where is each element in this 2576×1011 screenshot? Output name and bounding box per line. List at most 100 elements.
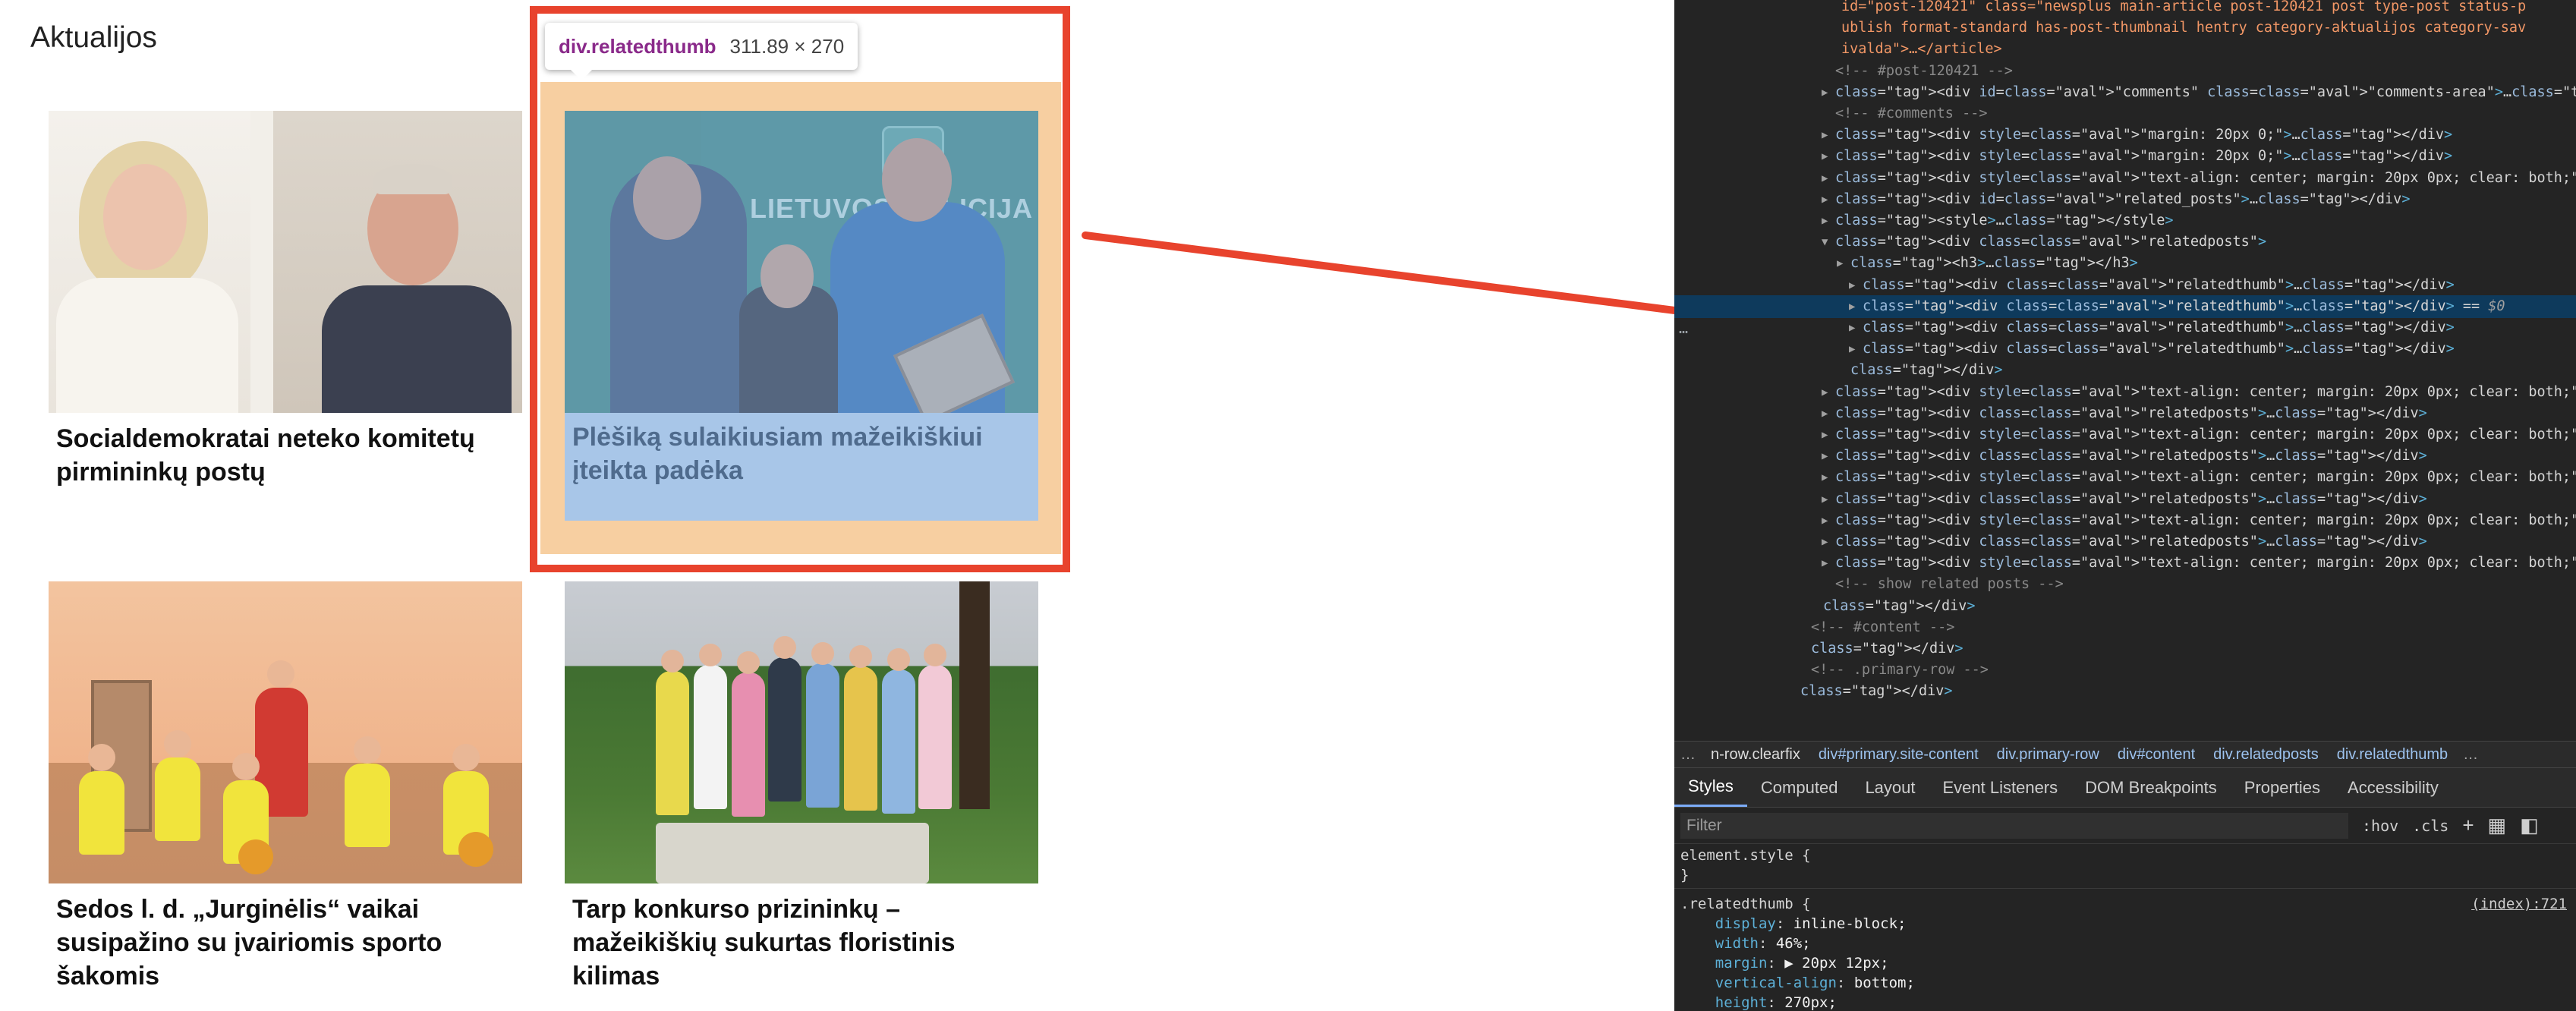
dom-node-line[interactable]: class="tag"></div>	[1674, 359, 2576, 382]
style-property[interactable]: vertical-align: bottom;	[1680, 973, 1915, 993]
dom-node-line[interactable]: ivalda">…</article>	[1674, 38, 2576, 61]
dom-node-line[interactable]: ▶ class="tag"><div class=class="aval">"re…	[1674, 531, 2576, 553]
expand-toggle-icon[interactable]: ▶	[1849, 317, 1855, 339]
expand-toggle-icon[interactable]: ▶	[1822, 381, 1828, 404]
dom-node-line[interactable]: ▶ class="tag"><div id=class="aval">"relat…	[1674, 188, 2576, 211]
dom-node-line[interactable]: ▶ class="tag"><div class=class="aval">"re…	[1674, 338, 2576, 361]
dom-node-line[interactable]: ▶ class="tag"><div class=class="aval">"re…	[1674, 317, 2576, 339]
dom-node-line[interactable]: class="tag"></div>	[1674, 595, 2576, 618]
dom-node-line[interactable]: ▶ class="tag"><div style=class="aval">"te…	[1674, 509, 2576, 532]
styles-filter-input[interactable]	[1680, 812, 2348, 839]
dom-node-line[interactable]: <!-- .primary-row -->	[1674, 659, 2576, 682]
dom-node-text: class="tag"></div>	[1823, 597, 1976, 614]
dom-node-line[interactable]: ▶ class="tag"><div class=class="aval">"re…	[1674, 488, 2576, 511]
hov-toggle[interactable]: :hov	[2362, 817, 2398, 835]
expand-toggle-icon[interactable]: ▶	[1822, 402, 1828, 425]
dom-node-line[interactable]: id="post-120421" class="newsplus main-ar…	[1674, 0, 2576, 18]
expand-toggle-icon[interactable]: ▶	[1822, 81, 1828, 104]
dom-node-text: class="tag"><div class=class="aval">"rel…	[1835, 534, 2427, 550]
post-2-title[interactable]: Plėšiką sulaikiusiam mažeikiškiui įteikt…	[572, 420, 1028, 487]
dom-node-line[interactable]: ▶ class="tag"><div class=class="aval">"re…	[1674, 445, 2576, 468]
dom-node-text: class="tag"><div class=class="aval">"rel…	[1863, 298, 2505, 314]
dom-node-text: class="tag"><div style=class="aval">"mar…	[1835, 148, 2453, 165]
breadcrumb-item[interactable]: div#primary.site-content	[1809, 746, 1988, 764]
post-4-image[interactable]	[565, 581, 1038, 883]
tab-computed[interactable]: Computed	[1747, 768, 1852, 807]
expand-toggle-icon[interactable]: ▶	[1822, 209, 1828, 232]
add-rule-icon[interactable]: +	[2462, 814, 2474, 837]
expand-toggle-icon[interactable]: ▶	[1849, 295, 1855, 318]
breadcrumb-item[interactable]: div#content	[2108, 746, 2204, 764]
post-3-title[interactable]: Sedos l. d. „Jurginėlis“ vaikai susipaži…	[56, 893, 527, 993]
dom-node-line[interactable]: ▼ class="tag"><div class=class="aval">"re…	[1674, 231, 2576, 254]
dom-node-line[interactable]: ▶ class="tag"><style>…class="tag"></style…	[1674, 209, 2576, 232]
tab-event-listeners[interactable]: Event Listeners	[1929, 768, 2072, 807]
dom-node-line[interactable]: <!-- #content -->	[1674, 616, 2576, 639]
expand-toggle-icon[interactable]: ▶	[1837, 252, 1843, 275]
tooltip-dimensions: 311.89 × 270	[729, 34, 845, 58]
expand-toggle-icon[interactable]: ▶	[1822, 124, 1828, 146]
element-style-selector[interactable]: element.style {	[1680, 846, 1811, 865]
more-actions-icon[interactable]: …	[1679, 319, 1688, 337]
dom-node-line[interactable]: ▶ class="tag"><div style=class="aval">"te…	[1674, 466, 2576, 489]
dom-node-line[interactable]: ublish format-standard has-post-thumbnai…	[1674, 17, 2576, 39]
dom-node-line[interactable]: ▶ class="tag"><h3>…class="tag"></h3>	[1674, 252, 2576, 275]
dom-node-text: <!-- show related posts -->	[1835, 576, 2064, 593]
paint-icon[interactable]: ▦	[2488, 814, 2507, 837]
tab-properties[interactable]: Properties	[2231, 768, 2334, 807]
expand-toggle-icon[interactable]: ▶	[1822, 552, 1828, 575]
tab-accessibility[interactable]: Accessibility	[2334, 768, 2452, 807]
expand-toggle-icon[interactable]: ▶	[1822, 445, 1828, 468]
expand-toggle-icon[interactable]: ▼	[1822, 231, 1828, 254]
dom-node-line[interactable]: <!-- show related posts -->	[1674, 573, 2576, 596]
breadcrumb-item[interactable]: div.relatedposts	[2204, 746, 2328, 764]
dom-node-text: ublish format-standard has-post-thumbnai…	[1841, 20, 2527, 36]
breadcrumb-item-active[interactable]: div.relatedthumb	[2328, 746, 2457, 764]
dom-node-line[interactable]: <!-- #post-120421 -->	[1674, 60, 2576, 83]
style-property[interactable]: height: 270px;	[1680, 993, 1837, 1011]
dom-node-line[interactable]: ▶ class="tag"><div style=class="aval">"te…	[1674, 552, 2576, 575]
dom-node-line[interactable]: ▶ class="tag"><div id=class="aval">"comme…	[1674, 81, 2576, 104]
rule-source-link[interactable]: (index):721	[2471, 894, 2567, 914]
post-4-title[interactable]: Tarp konkurso prizininkų – mažeikiškių s…	[572, 893, 1043, 993]
breadcrumb-overflow-right-icon[interactable]: …	[2457, 746, 2484, 764]
style-property[interactable]: display: inline-block;	[1680, 914, 1907, 934]
dom-node-line[interactable]: class="tag"></div>	[1674, 638, 2576, 660]
dom-node-text: <!-- #comments -->	[1835, 106, 1988, 121]
expand-toggle-icon[interactable]: ▶	[1822, 509, 1828, 532]
expand-toggle-icon[interactable]: ▶	[1849, 338, 1855, 361]
breadcrumb-overflow-icon[interactable]: …	[1674, 746, 1702, 764]
expand-toggle-icon[interactable]: ▶	[1822, 466, 1828, 489]
dom-node-line[interactable]: ▶ class="tag"><div class=class="aval">"re…	[1674, 274, 2576, 297]
dom-node-line[interactable]: ▶ class="tag"><div style=class="aval">"ma…	[1674, 145, 2576, 168]
cls-toggle[interactable]: .cls	[2412, 817, 2448, 835]
breadcrumb-item[interactable]: n-row.clearfix	[1702, 746, 1809, 764]
dom-node-line[interactable]: ▶ class="tag"><div style=class="aval">"ma…	[1674, 124, 2576, 146]
breadcrumb-item[interactable]: div.primary-row	[1988, 746, 2108, 764]
expand-toggle-icon[interactable]: ▶	[1822, 424, 1828, 446]
post-1-title[interactable]: Socialdemokratai neteko komitetų pirmini…	[56, 422, 527, 489]
post-1-image[interactable]	[49, 111, 522, 413]
post-3-image[interactable]	[49, 581, 522, 883]
tab-styles[interactable]: Styles	[1674, 768, 1747, 807]
rule-selector[interactable]: .relatedthumb {	[1680, 894, 1811, 914]
toggle-sidebar-icon[interactable]: ◧	[2520, 814, 2539, 837]
dom-node-line[interactable]: ▶ class="tag"><div style=class="aval">"te…	[1674, 381, 2576, 404]
expand-toggle-icon[interactable]: ▶	[1822, 531, 1828, 553]
dom-node-line[interactable]: ▶ class="tag"><div style=class="aval">"te…	[1674, 424, 2576, 446]
expand-toggle-icon[interactable]: ▶	[1822, 145, 1828, 168]
dom-node-line[interactable]: class="tag"></div>	[1674, 680, 2576, 703]
dom-node-line[interactable]: ▶ class="tag"><div class=class="aval">"re…	[1674, 294, 2576, 318]
dom-node-line[interactable]: ▶ class="tag"><div style=class="aval">"te…	[1674, 167, 2576, 190]
tab-dom-breakpoints[interactable]: DOM Breakpoints	[2071, 768, 2231, 807]
style-property[interactable]: width: 46%;	[1680, 934, 1811, 953]
tab-layout[interactable]: Layout	[1851, 768, 1929, 807]
style-property[interactable]: margin: ▶ 20px 12px;	[1680, 953, 1889, 973]
expand-toggle-icon[interactable]: ▶	[1822, 488, 1828, 511]
expand-toggle-icon[interactable]: ▶	[1822, 167, 1828, 190]
expand-toggle-icon[interactable]: ▶	[1822, 188, 1828, 211]
dom-node-line[interactable]: <!-- #comments -->	[1674, 102, 2576, 125]
dom-node-line[interactable]: ▶ class="tag"><div class=class="aval">"re…	[1674, 402, 2576, 425]
post-2-image[interactable]: LIETUVOS POLICIJA	[565, 111, 1038, 413]
expand-toggle-icon[interactable]: ▶	[1849, 274, 1855, 297]
